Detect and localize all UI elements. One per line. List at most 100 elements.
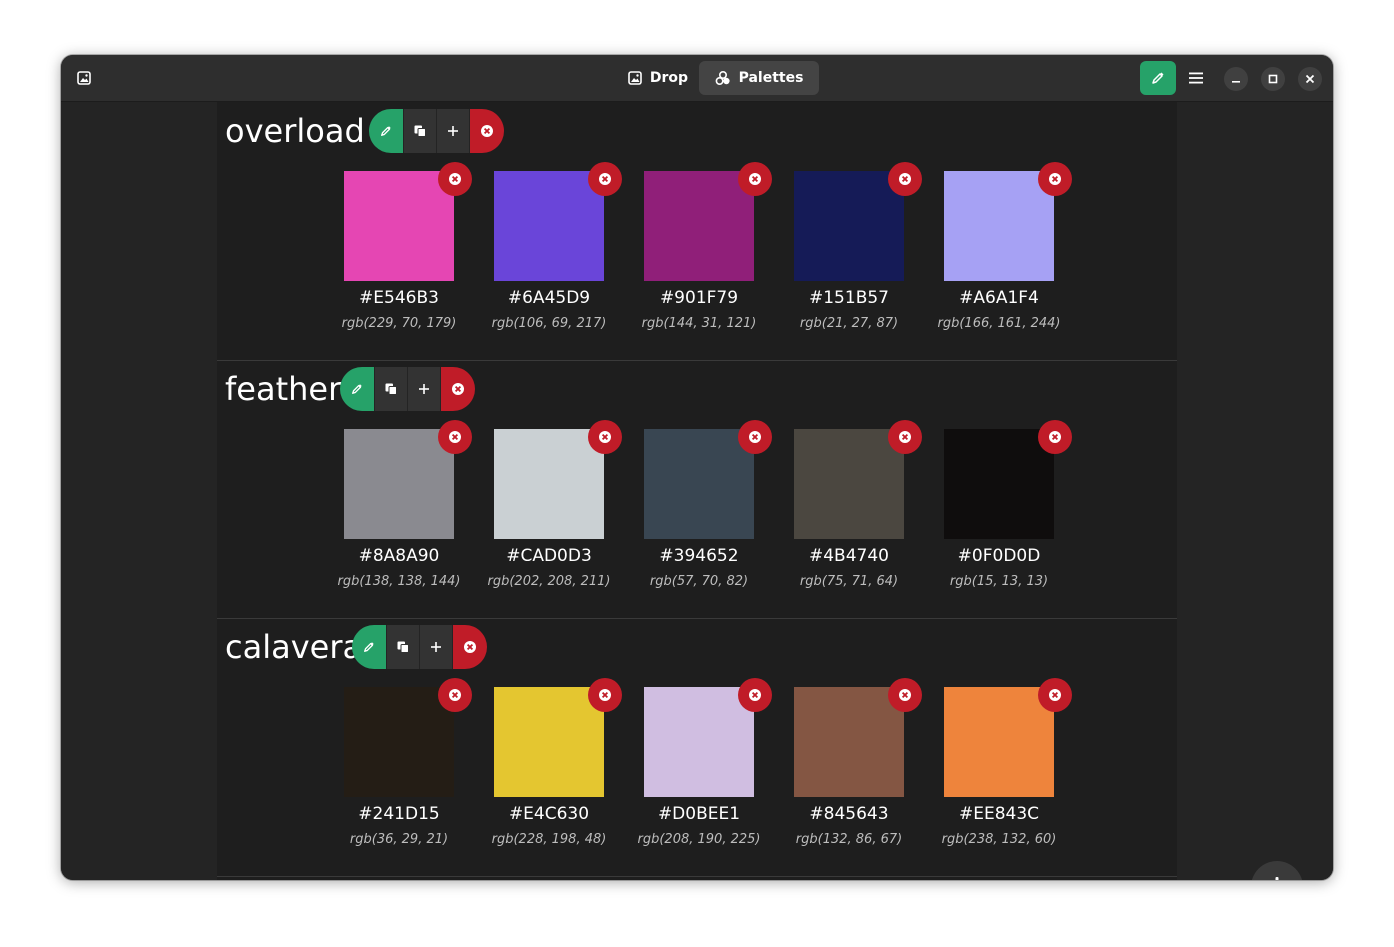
add-color-button[interactable]	[419, 625, 452, 669]
eyedropper-icon	[380, 125, 392, 137]
swatch-color-box[interactable]	[944, 171, 1054, 281]
swatch-color-box[interactable]	[494, 171, 604, 281]
color-hex-label: #D0BEE1	[657, 804, 741, 824]
delete-palette-button[interactable]	[452, 625, 487, 669]
color-hex-label: #EE843C	[958, 804, 1040, 824]
remove-color-button[interactable]	[588, 678, 622, 712]
add-color-button[interactable]	[407, 367, 440, 411]
tab-palettes-label: Palettes	[738, 70, 804, 86]
copy-icon	[384, 382, 398, 396]
color-swatch[interactable]: #E4C630 rgb(228, 198, 48)	[492, 678, 622, 847]
swatch-color-box[interactable]	[794, 429, 904, 539]
remove-circle-icon	[448, 688, 462, 702]
swatch-color-box[interactable]	[494, 687, 604, 797]
color-swatch[interactable]: #EE843C rgb(238, 132, 60)	[942, 678, 1072, 847]
swatch-color-box[interactable]	[944, 687, 1054, 797]
remove-color-button[interactable]	[438, 678, 472, 712]
minimize-icon	[1231, 74, 1241, 84]
content-area: overload #E546B3 rgb(229, 70, 179) #6A45D9 r…	[61, 102, 1333, 880]
remove-color-button[interactable]	[888, 420, 922, 454]
remove-color-button[interactable]	[888, 678, 922, 712]
swatch-color-box[interactable]	[494, 429, 604, 539]
delete-palette-button[interactable]	[440, 367, 475, 411]
color-swatch[interactable]: #241D15 rgb(36, 29, 21)	[344, 678, 472, 847]
plus-icon	[430, 641, 442, 653]
swatch-color-box[interactable]	[644, 429, 754, 539]
color-swatch[interactable]: #901F79 rgb(144, 31, 121)	[642, 162, 772, 331]
swatch-color-box[interactable]	[344, 429, 454, 539]
color-swatch[interactable]: #394652 rgb(57, 70, 82)	[644, 420, 772, 589]
remove-circle-icon	[448, 430, 462, 444]
remove-color-button[interactable]	[588, 162, 622, 196]
color-hex-label: #6A45D9	[507, 288, 591, 308]
remove-circle-icon	[898, 688, 912, 702]
minimize-button[interactable]	[1224, 67, 1248, 91]
remove-color-button[interactable]	[738, 162, 772, 196]
remove-circle-icon	[598, 172, 612, 186]
color-swatch[interactable]: #E546B3 rgb(229, 70, 179)	[342, 162, 472, 331]
color-hex-label: #151B57	[809, 288, 889, 308]
remove-circle-icon	[1048, 172, 1062, 186]
close-button[interactable]	[1298, 67, 1322, 91]
color-swatch[interactable]: #845643 rgb(132, 86, 67)	[794, 678, 922, 847]
palette-icon	[715, 70, 731, 86]
palette-toolbar	[340, 367, 475, 411]
remove-color-button[interactable]	[738, 420, 772, 454]
color-hex-label: #394652	[659, 546, 739, 566]
app-window: Drop Palettes overload #E546B3 rgb(229, …	[61, 55, 1333, 880]
remove-circle-icon	[480, 124, 494, 138]
tab-palettes[interactable]: Palettes	[699, 61, 819, 95]
remove-color-button[interactable]	[738, 678, 772, 712]
color-hex-label: #901F79	[659, 288, 739, 308]
plus-icon	[447, 125, 459, 137]
rename-palette-button[interactable]	[340, 367, 374, 411]
remove-circle-icon	[598, 688, 612, 702]
color-hex-label: #241D15	[358, 804, 440, 824]
remove-color-button[interactable]	[1038, 678, 1072, 712]
palette-section: calavera #241D15 rgb(36, 29, 21) #E4C630 rgb…	[217, 618, 1177, 877]
swatch-color-box[interactable]	[944, 429, 1054, 539]
copy-palette-button[interactable]	[403, 109, 436, 153]
color-swatch[interactable]: #151B57 rgb(21, 27, 87)	[794, 162, 922, 331]
color-swatch[interactable]: #4B4740 rgb(75, 71, 64)	[794, 420, 922, 589]
add-color-button[interactable]	[436, 109, 469, 153]
swatch-color-box[interactable]	[344, 687, 454, 797]
color-picker-button[interactable]	[1140, 61, 1176, 95]
swatch-color-box[interactable]	[344, 171, 454, 281]
remove-color-button[interactable]	[438, 420, 472, 454]
rename-palette-button[interactable]	[369, 109, 403, 153]
maximize-button[interactable]	[1261, 67, 1285, 91]
copy-palette-button[interactable]	[386, 625, 419, 669]
color-swatch[interactable]: #A6A1F4 rgb(166, 161, 244)	[938, 162, 1072, 331]
palette-list[interactable]: overload #E546B3 rgb(229, 70, 179) #6A45D9 r…	[217, 102, 1177, 880]
color-swatch[interactable]: #CAD0D3 rgb(202, 208, 211)	[488, 420, 622, 589]
color-rgb-label: rgb(15, 13, 13)	[949, 574, 1049, 589]
color-rgb-label: rgb(238, 132, 60)	[941, 832, 1057, 847]
color-swatch[interactable]: #8A8A90 rgb(138, 138, 144)	[338, 420, 472, 589]
copy-icon	[396, 640, 410, 654]
swatch-color-box[interactable]	[644, 687, 754, 797]
remove-color-button[interactable]	[588, 420, 622, 454]
copy-palette-button[interactable]	[374, 367, 407, 411]
eyedropper-icon	[1151, 71, 1165, 85]
remove-color-button[interactable]	[1038, 162, 1072, 196]
remove-circle-icon	[1048, 430, 1062, 444]
color-swatch[interactable]: #0F0D0D rgb(15, 13, 13)	[944, 420, 1072, 589]
image-menu-icon[interactable]	[73, 67, 95, 89]
remove-circle-icon	[448, 172, 462, 186]
swatch-color-box[interactable]	[794, 687, 904, 797]
remove-circle-icon	[451, 382, 465, 396]
remove-color-button[interactable]	[888, 162, 922, 196]
add-palette-button[interactable]	[1251, 861, 1303, 880]
remove-color-button[interactable]	[1038, 420, 1072, 454]
remove-color-button[interactable]	[438, 162, 472, 196]
color-swatch[interactable]: #6A45D9 rgb(106, 69, 217)	[492, 162, 622, 331]
main-menu-button[interactable]	[1181, 61, 1211, 95]
swatch-color-box[interactable]	[644, 171, 754, 281]
plus-icon	[418, 383, 430, 395]
swatch-color-box[interactable]	[794, 171, 904, 281]
delete-palette-button[interactable]	[469, 109, 504, 153]
remove-circle-icon	[748, 688, 762, 702]
color-swatch[interactable]: #D0BEE1 rgb(208, 190, 225)	[638, 678, 772, 847]
remove-circle-icon	[598, 430, 612, 444]
